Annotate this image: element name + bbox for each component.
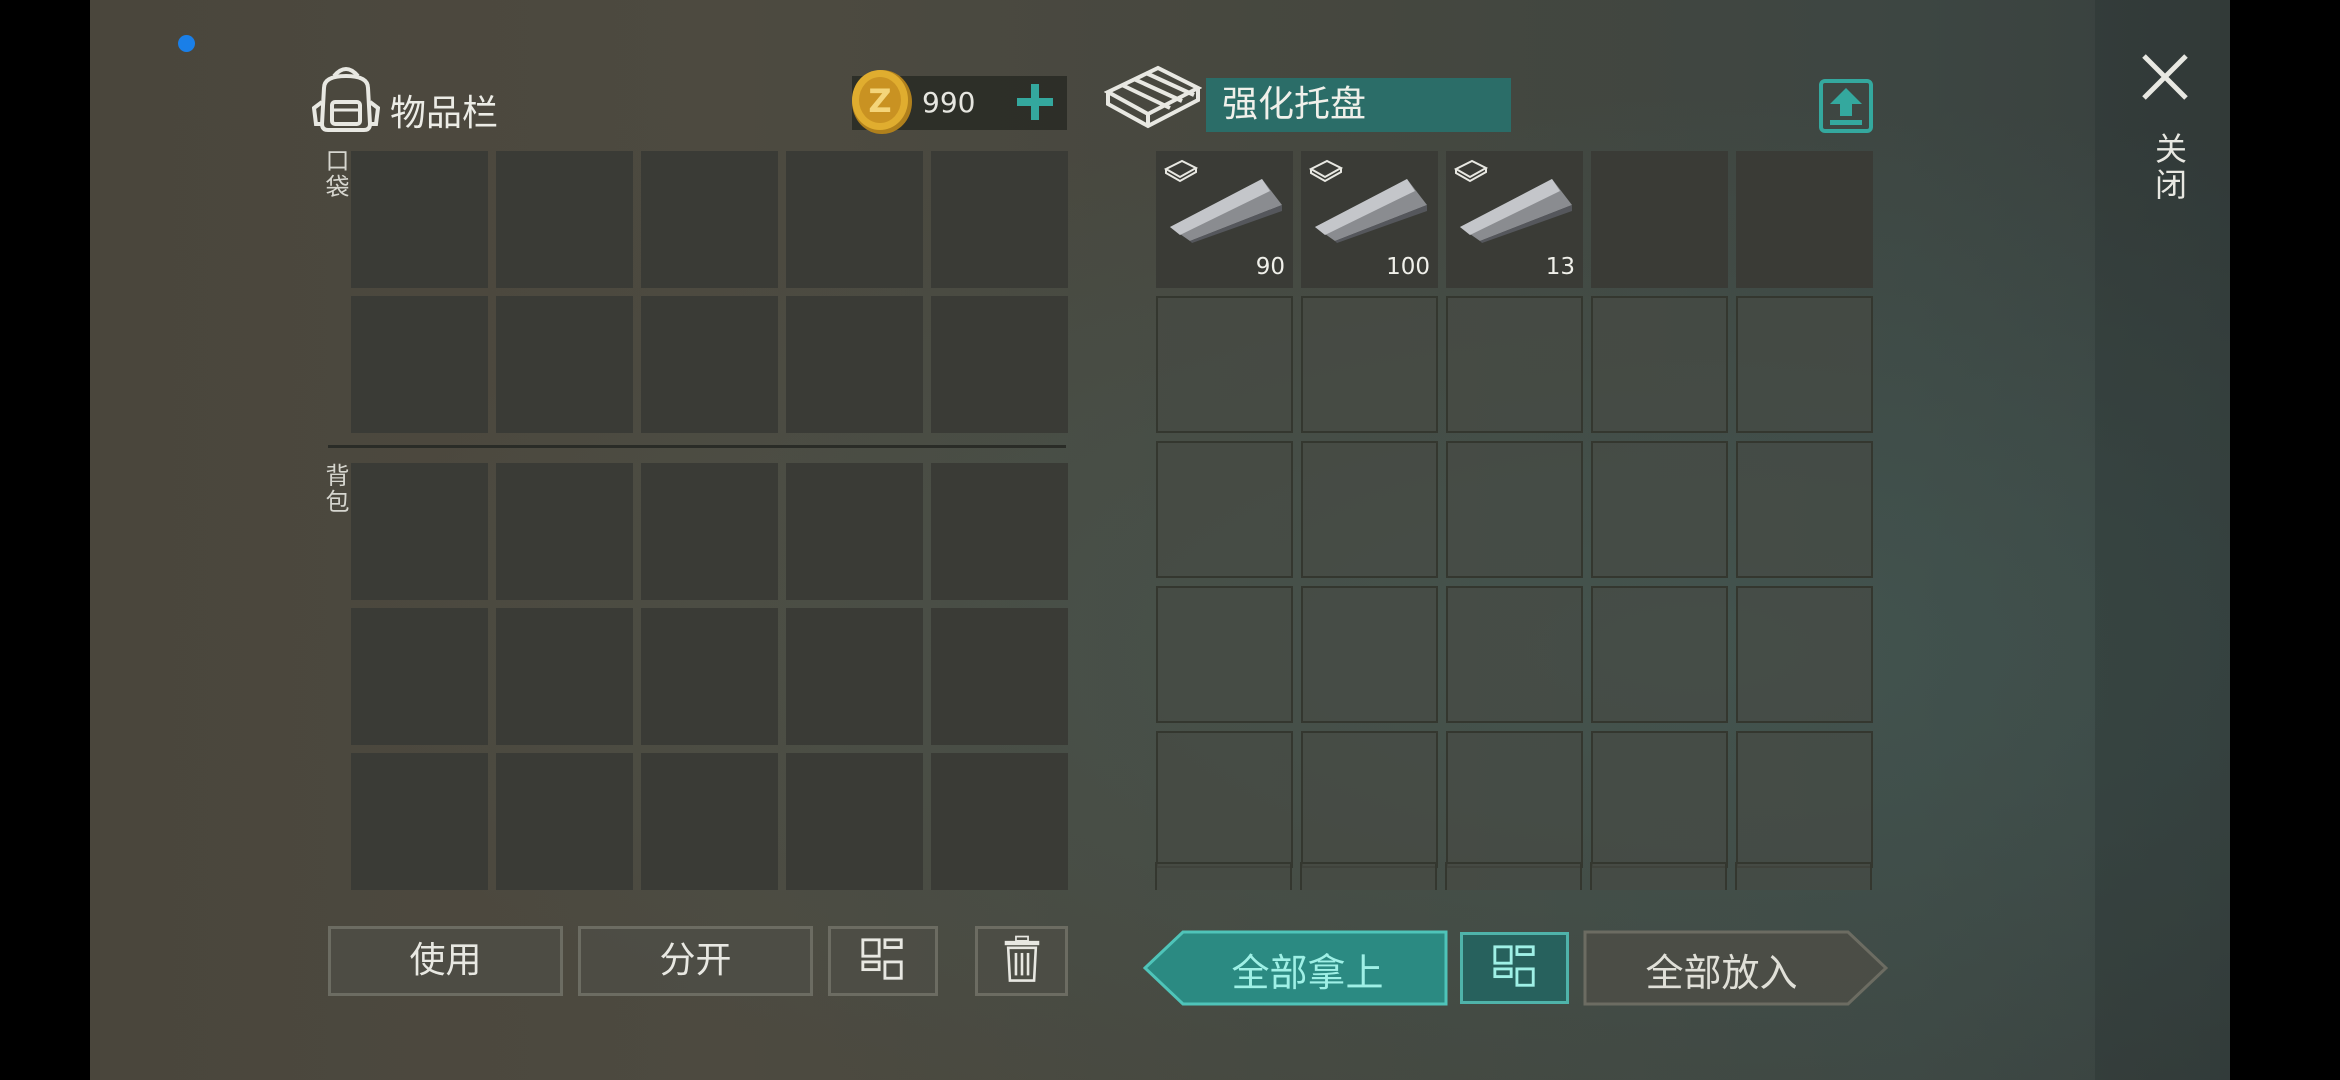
inventory-slot[interactable] [641,753,778,890]
container-slot[interactable] [1155,862,1292,890]
container-slot[interactable] [1591,441,1728,578]
inventory-slot[interactable] [641,296,778,433]
item-quantity: 13 [1545,254,1575,280]
container-slot[interactable] [1301,441,1438,578]
container-slot[interactable] [1590,862,1727,890]
container-slot[interactable]: 13 [1446,151,1583,288]
container-slot[interactable] [1591,586,1728,723]
item-quantity: 100 [1386,254,1430,280]
plus-icon[interactable] [1010,74,1060,130]
inventory-slot[interactable] [351,463,488,600]
inventory-slot[interactable] [786,296,923,433]
inventory-slot[interactable] [496,296,633,433]
put-all-label: 全部放入 [1645,951,1798,995]
reinforcement-bar-icon [1460,179,1572,243]
container-slot[interactable] [1735,862,1872,890]
container-slot[interactable] [1446,296,1583,433]
backpack-grid [351,463,1068,890]
backpack-label: 背包 [321,463,349,515]
sort-container-button[interactable] [1460,932,1569,1004]
sort-inventory-button[interactable] [828,926,938,996]
container-slot[interactable] [1591,151,1728,288]
coin-amount: 990 [922,86,976,119]
container-slot[interactable] [1156,296,1293,433]
section-divider [328,445,1066,448]
inventory-slot[interactable] [931,608,1068,745]
reinforcement-bar-icon [1315,179,1427,243]
container-slot[interactable] [1591,296,1728,433]
container-slot[interactable] [1736,586,1873,723]
inventory-slot[interactable] [786,463,923,600]
inventory-slot[interactable] [496,151,633,288]
inventory-slot[interactable] [496,753,633,890]
container-slot[interactable] [1591,731,1728,868]
inventory-slot[interactable] [786,151,923,288]
item-quantity: 90 [1255,254,1285,280]
container-slot[interactable] [1301,731,1438,868]
trash-icon [1004,935,1039,982]
container-slot[interactable] [1736,731,1873,868]
trash-button[interactable] [975,926,1068,996]
inventory-slot[interactable] [931,463,1068,600]
inventory-slot[interactable] [641,151,778,288]
sort-icon [1492,945,1535,987]
pocket-label: 口袋 [321,148,349,200]
inventory-slot[interactable] [641,463,778,600]
inventory-slot[interactable] [931,151,1068,288]
container-slot[interactable] [1156,731,1293,868]
upload-icon[interactable] [1818,78,1874,134]
status-dot [178,35,195,52]
inventory-slot[interactable] [351,151,488,288]
inventory-slot[interactable] [931,296,1068,433]
pocket-grid [351,151,1068,433]
container-slot[interactable] [1156,441,1293,578]
take-all-button[interactable]: 全部拿上 [1143,930,1448,1006]
split-button[interactable]: 分开 [578,926,813,996]
inventory-slot[interactable] [351,608,488,745]
container-slot[interactable] [1300,862,1437,890]
container-slot[interactable]: 90 [1156,151,1293,288]
container-slot[interactable]: 100 [1301,151,1438,288]
container-slot[interactable] [1736,296,1873,433]
sort-icon [861,938,903,980]
container-grid: 90 100 13 [1156,151,1873,868]
close-label[interactable]: 关闭 [2146,132,2192,204]
container-slot[interactable] [1156,586,1293,723]
inventory-slot[interactable] [351,296,488,433]
put-all-button[interactable]: 全部放入 [1583,930,1888,1006]
container-name-field[interactable]: 强化托盘 [1206,78,1511,132]
container-slot[interactable] [1301,296,1438,433]
reinforcement-bar-icon [1170,179,1282,243]
svg-text:Z: Z [868,82,891,120]
inventory-slot[interactable] [786,753,923,890]
inventory-slot[interactable] [931,753,1068,890]
container-slot[interactable] [1445,862,1582,890]
container-slot[interactable] [1446,586,1583,723]
container-slot[interactable] [1446,441,1583,578]
inventory-slot[interactable] [786,608,923,745]
container-slot[interactable] [1736,441,1873,578]
container-slot[interactable] [1301,586,1438,723]
inventory-slot[interactable] [496,463,633,600]
inventory-title: 物品栏 [390,93,499,134]
container-slot[interactable] [1446,731,1583,868]
close-icon[interactable] [2138,50,2192,104]
inventory-slot[interactable] [351,753,488,890]
container-slot[interactable] [1736,151,1873,288]
backpack-icon [312,67,380,132]
use-button[interactable]: 使用 [328,926,563,996]
inventory-slot[interactable] [496,608,633,745]
coin-icon: Z [852,70,912,134]
inventory-slot[interactable] [641,608,778,745]
pallet-icon [1104,65,1202,129]
container-scroll-overflow[interactable] [1155,862,1875,890]
take-all-label: 全部拿上 [1231,951,1384,995]
